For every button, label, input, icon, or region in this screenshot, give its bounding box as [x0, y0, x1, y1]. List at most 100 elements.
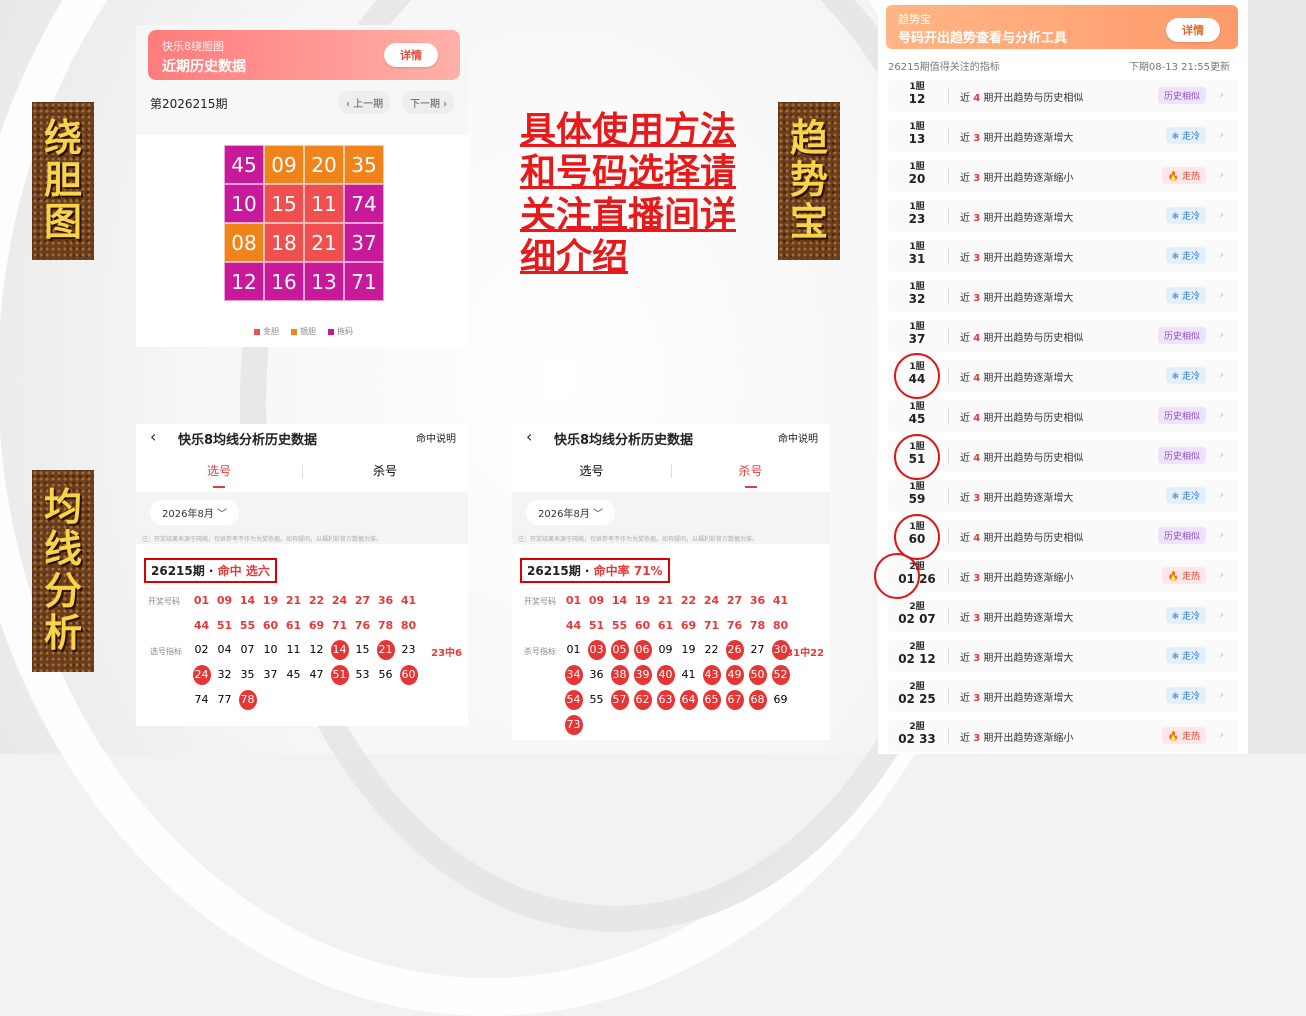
row-divider — [948, 408, 949, 424]
trend-row[interactable]: 1胆 44 近 4 期开出趋势逐渐增大 ❄ 走冷 › — [888, 360, 1238, 392]
hit-count: 23中6 — [431, 648, 462, 659]
trend-header: 趋势宝 号码开出趋势查看与分析工具 详情 — [886, 5, 1238, 49]
trend-row[interactable]: 2胆 02 33 近 3 期开出趋势逐渐缩小 🔥 走热 › — [888, 720, 1238, 752]
trend-row[interactable]: 2胆 02 25 近 3 期开出趋势逐渐增大 ❄ 走冷 › — [888, 680, 1238, 712]
grid-cell: 09 — [264, 145, 304, 184]
dan-number: 12 — [908, 92, 926, 106]
row-divider — [948, 368, 949, 384]
desc-suffix: 期开出趋势逐渐缩小 — [980, 173, 1074, 184]
chevron-right-icon: › — [1219, 728, 1224, 741]
number-ball: 63 — [656, 690, 675, 710]
open-number: 51 — [216, 619, 233, 632]
trend-row[interactable]: 1胆 37 近 4 期开出趋势与历史相似 历史相似 › — [888, 320, 1238, 352]
desc-suffix: 期开出趋势与历史相似 — [980, 533, 1084, 544]
trend-row[interactable]: 1胆 32 近 3 期开出趋势逐渐增大 ❄ 走冷 › — [888, 280, 1238, 312]
help-link[interactable]: 命中说明 — [416, 430, 456, 445]
open-number: 27 — [354, 594, 371, 607]
number: 23 — [401, 643, 416, 656]
dan-chart-header: 快乐8绕胆图 近期历史数据 详情 — [148, 30, 460, 80]
index-numbers: 54 55 57 62 63 64 65 67 68 69 — [562, 689, 792, 711]
grid-cell: 74 — [344, 184, 384, 223]
trend-row[interactable]: 2胆 01 26 近 3 期开出趋势逐渐缩小 🔥 走热 › — [888, 560, 1238, 592]
number: 47 — [309, 668, 324, 681]
trend-row[interactable]: 1胆 12 近 4 期开出趋势与历史相似 历史相似 › — [888, 80, 1238, 112]
desc-prefix: 近 — [960, 373, 974, 384]
dan-detail-button[interactable]: 详情 — [384, 43, 438, 67]
desc-prefix: 近 — [960, 333, 974, 344]
open-number: 61 — [657, 619, 674, 632]
desc-prefix: 近 — [960, 213, 974, 224]
dan-code: 1胆 31 — [888, 243, 946, 266]
trend-row[interactable]: 2胆 02 07 近 3 期开出趋势逐渐增大 ❄ 走冷 › — [888, 600, 1238, 632]
desc-prefix: 近 — [960, 413, 974, 424]
dan-code: 1胆 59 — [888, 483, 946, 506]
desc-suffix: 期开出趋势逐渐增大 — [980, 253, 1074, 264]
open-numbers: 44 51 55 60 61 69 71 76 78 80 — [190, 616, 420, 636]
dan-grid: 45 09 20 35 10 15 11 74 08 18 21 37 12 16 13 71 — [224, 145, 384, 301]
index-numbers: 24 32 35 37 45 47 51 53 56 60 — [190, 664, 420, 686]
open-number: 01 — [565, 594, 582, 607]
tab-kill[interactable]: 杀号 — [302, 462, 468, 479]
row-divider — [948, 568, 949, 584]
tab-pick[interactable]: 选号 — [136, 462, 302, 479]
help-link[interactable]: 命中说明 — [778, 430, 818, 445]
row-divider — [948, 168, 949, 184]
hit-result: 26215期 · 命中 选六 — [144, 558, 277, 583]
back-icon[interactable]: ‹ — [526, 427, 532, 446]
chevron-right-icon: › — [1219, 248, 1224, 261]
grid-cell: 08 — [224, 223, 264, 262]
desc-prefix: 近 — [960, 93, 974, 104]
dan-count: 2胆 — [909, 642, 925, 652]
dan-number: 23 — [908, 212, 926, 226]
back-icon[interactable]: ‹ — [150, 427, 156, 446]
tab-indicator — [744, 486, 757, 488]
tab-pick[interactable]: 选号 — [512, 462, 671, 479]
hit-count: 31中22 — [786, 648, 824, 659]
number-ball: 51 — [330, 665, 349, 685]
number: 55 — [589, 693, 604, 706]
trend-row[interactable]: 1胆 45 近 4 期开出趋势与历史相似 历史相似 › — [888, 400, 1238, 432]
prev-period-button[interactable]: ‹ 上一期 — [338, 91, 392, 114]
open-number: 41 — [772, 594, 789, 607]
tab-kill[interactable]: 杀号 — [671, 462, 830, 479]
row-divider — [948, 328, 949, 344]
month-select[interactable]: 2026年8月 ﹀ — [526, 500, 615, 525]
number-ball: 26 — [725, 640, 744, 660]
nav-bar: ‹ 快乐8均线分析历史数据 命中说明 — [512, 424, 830, 450]
trend-row[interactable]: 1胆 31 近 3 期开出趋势逐渐增大 ❄ 走冷 › — [888, 240, 1238, 272]
dan-count: 1胆 — [909, 122, 925, 132]
trend-row[interactable]: 1胆 23 近 3 期开出趋势逐渐增大 ❄ 走冷 › — [888, 200, 1238, 232]
open-number: 71 — [331, 619, 348, 632]
trend-row[interactable]: 1胆 51 近 4 期开出趋势与历史相似 历史相似 › — [888, 440, 1238, 472]
trend-description: 近 4 期开出趋势与历史相似 — [960, 89, 1083, 104]
dan-code: 2胆 02 12 — [888, 642, 946, 666]
open-number: 60 — [634, 619, 651, 632]
trend-row[interactable]: 1胆 59 近 3 期开出趋势逐渐增大 ❄ 走冷 › — [888, 480, 1238, 512]
trend-update-time: 下期08-13 21:55更新 — [1128, 62, 1230, 73]
open-number: 76 — [726, 619, 743, 632]
number-ball: 05 — [610, 640, 629, 660]
number-ball: 67 — [725, 690, 744, 710]
open-number: 09 — [588, 594, 605, 607]
trend-row[interactable]: 1胆 20 近 3 期开出趋势逐渐缩小 🔥 走热 › — [888, 160, 1238, 192]
index-numbers: 73 — [562, 714, 585, 736]
trend-row[interactable]: 1胆 13 近 3 期开出趋势逐渐增大 ❄ 走冷 › — [888, 120, 1238, 152]
number-ball: 24 — [192, 665, 211, 685]
result-period: 26215期 · — [527, 564, 594, 578]
open-number: 69 — [680, 619, 697, 632]
index-numbers: 34 36 38 39 40 41 43 49 50 52 — [562, 664, 792, 686]
number: 74 — [194, 693, 209, 706]
number: 56 — [378, 668, 393, 681]
trend-tag: 历史相似 — [1157, 327, 1206, 344]
open-number: 21 — [657, 594, 674, 607]
row-divider — [948, 208, 949, 224]
trend-row[interactable]: 1胆 60 近 4 期开出趋势与历史相似 历史相似 › — [888, 520, 1238, 552]
trend-tag: ❄ 走冷 — [1165, 487, 1206, 504]
number-ball: 57 — [610, 690, 629, 710]
month-select[interactable]: 2026年8月 ﹀ — [150, 500, 239, 525]
desc-prefix: 近 — [960, 733, 974, 744]
desc-prefix: 近 — [960, 253, 974, 264]
next-period-button[interactable]: 下一期 › — [402, 91, 456, 114]
trend-row[interactable]: 2胆 02 12 近 3 期开出趋势逐渐增大 ❄ 走冷 › — [888, 640, 1238, 672]
trend-detail-button[interactable]: 详情 — [1166, 18, 1220, 42]
